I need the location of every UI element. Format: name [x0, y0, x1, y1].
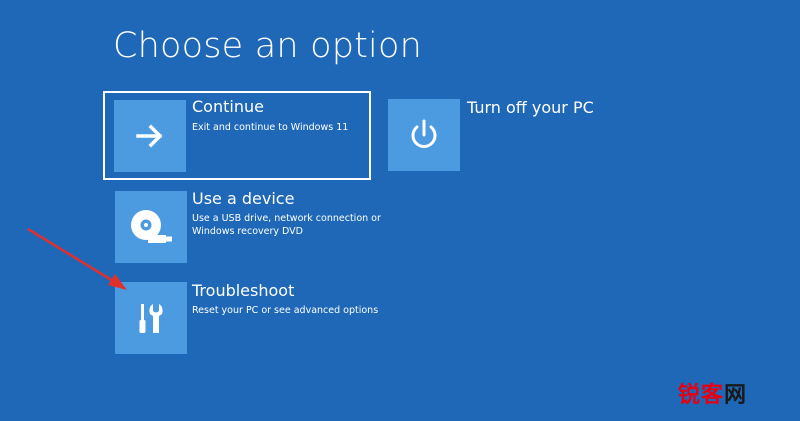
use-device-description-line2: Windows recovery DVD [192, 226, 303, 237]
turn-off-tile [388, 99, 460, 171]
continue-tile [114, 100, 186, 172]
power-icon [411, 119, 437, 148]
use-device-title: Use a device [192, 189, 295, 208]
watermark-logo: 锐客网 [678, 377, 747, 409]
page-title: Choose an option [113, 26, 422, 66]
troubleshoot-option[interactable]: Troubleshoot Reset your PC or see advanc… [115, 281, 379, 355]
continue-option[interactable]: Continue Exit and continue to Windows 11 [103, 91, 371, 180]
use-device-tile [115, 191, 187, 263]
arrow-right-icon [136, 124, 163, 148]
continue-title: Continue [192, 97, 264, 116]
tools-icon [139, 304, 163, 333]
troubleshoot-tile [115, 282, 187, 354]
watermark-part2: 网 [724, 383, 748, 408]
watermark-part1: 锐客 [678, 383, 725, 408]
troubleshoot-title: Troubleshoot [192, 281, 295, 300]
continue-description: Exit and continue to Windows 11 [192, 122, 349, 133]
turn-off-option[interactable]: Turn off your PC [388, 98, 648, 172]
turn-off-title: Turn off your PC [467, 98, 594, 117]
troubleshoot-description: Reset your PC or see advanced options [192, 305, 379, 316]
use-device-option[interactable]: Use a device Use a USB drive, network co… [115, 189, 381, 266]
disc-usb-icon [131, 210, 172, 243]
